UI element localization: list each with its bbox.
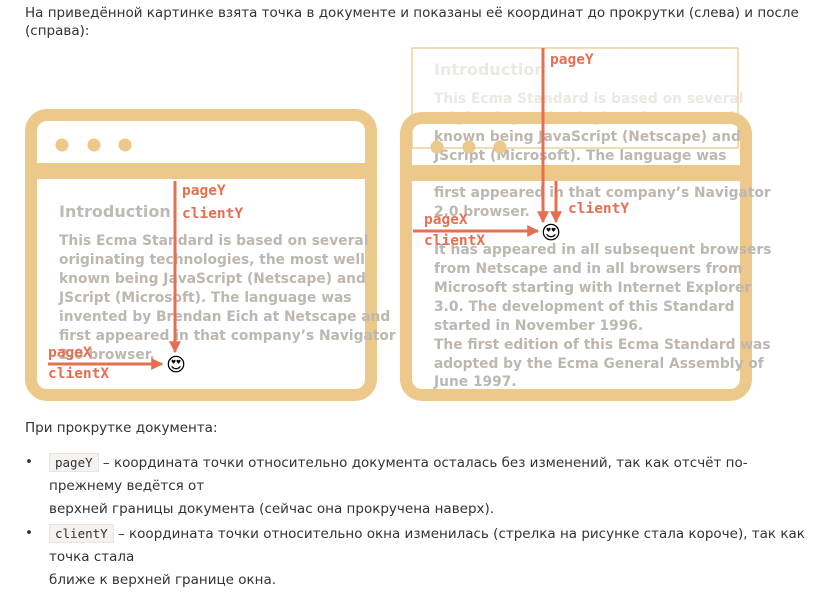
right-hidden-line: known being JavaScript (Netscape) and [434,129,741,145]
window-dot-icon [493,140,507,154]
note-text: – координата точки относительно документ… [49,455,748,494]
left-doc-line: first appeared in that company’s Navigat… [59,328,396,344]
right-hidden-line: This Ecma Standard is based on several [434,91,743,107]
window-dot-icon [430,140,444,154]
right-window-titlebar-divider [406,165,746,181]
right-hidden-line: JScript (Microsoft). The language was [433,148,727,164]
window-dot-icon [87,138,101,152]
left-window: Introduction This Ecma Standard is based… [25,109,396,401]
right-clientX-label: clientX [424,233,485,249]
left-doc-line: originating technologies, the most well [59,252,365,268]
left-doc-title: Introduction [59,202,171,221]
list-item: • pageY – координата точки относительно … [25,451,815,521]
right-doc-line: adopted by the Ecma General Assembly of [434,356,765,372]
left-window-titlebar-divider [31,163,371,179]
left-doc-line: invented by Brendan Eich at Netscape and [59,309,390,325]
left-clientY-label: clientY [182,206,243,222]
note-text: ближе к верхней границе окна. [49,572,277,588]
left-doc-line: JScript (Microsoft). The language was [58,290,352,306]
note-text: верхней границы документа (сейчас она пр… [49,501,495,517]
right-window: Introduction This Ecma Standard is based… [400,47,771,401]
right-pageY-label: pageY [550,52,594,68]
left-doc-line: This Ecma Standard is based on several [59,233,368,249]
window-dot-icon [55,138,69,152]
notes-list: • pageY – координата точки относительно … [25,451,815,593]
heart-eyes-emoji-icon: 😍 [166,354,186,376]
window-dot-icon [462,140,476,154]
left-pageX-label: pageX [48,345,92,361]
right-doc-line: Microsoft starting with Internet Explore… [434,280,751,296]
left-clientX-label: clientX [48,366,109,382]
right-doc-title: Introduction [434,60,546,79]
bullet: • [25,454,33,470]
scroll-caption: При прокрутке документа: [25,420,218,436]
note-text: – координата точки относительно окна изм… [49,526,805,565]
coordinates-diagram: Introduction This Ecma Standard is based… [25,47,771,401]
bullet: • [25,525,33,541]
right-pageX-label: pageX [424,212,468,228]
right-doc-line: first appeared in that company’s Navigat… [434,185,771,201]
right-doc-line: from Netscape and in all browsers from [434,261,742,277]
left-pageY-label: pageY [182,183,226,199]
code-pageY: pageY [49,453,99,472]
right-doc-line: started in November 1996. [434,318,643,334]
list-item: • clientY – координата точки относительн… [25,522,815,592]
right-doc-line: The first edition of this Ecma Standard … [434,337,771,353]
window-dot-icon [118,138,132,152]
left-doc-line: known being JavaScript (Netscape) and [59,271,366,287]
right-clientY-label: clientY [568,201,629,217]
right-doc-line: June 1997. [433,374,517,390]
right-doc-line: 3.0. The development of this Standard [434,299,734,315]
heart-eyes-emoji-icon: 😍 [541,222,561,244]
code-clientY: clientY [49,524,114,543]
